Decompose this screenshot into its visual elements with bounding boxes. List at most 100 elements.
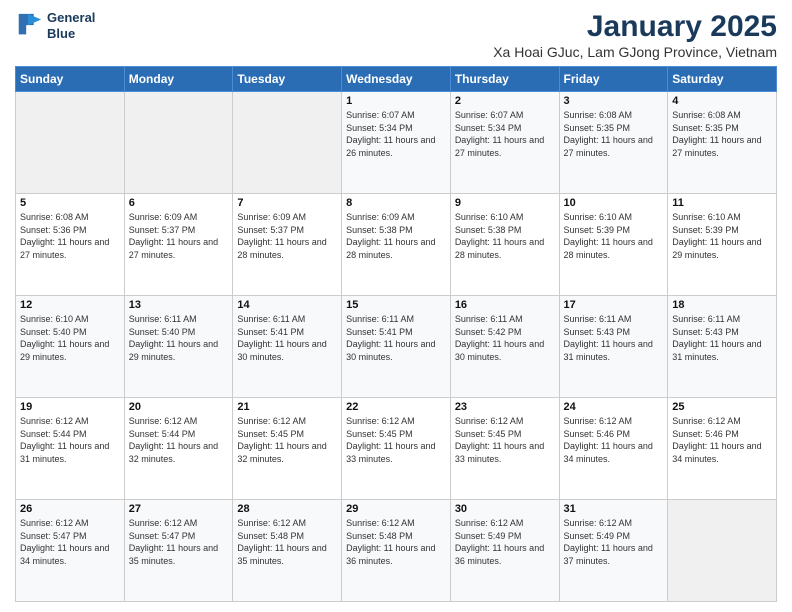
day-number: 4 [672,95,772,107]
calendar-cell: 19Sunrise: 6:12 AMSunset: 5:44 PMDayligh… [16,398,125,500]
day-info: Sunrise: 6:12 AMSunset: 5:46 PMDaylight:… [564,415,664,465]
day-number: 6 [129,197,229,209]
day-info: Sunrise: 6:12 AMSunset: 5:47 PMDaylight:… [129,517,229,567]
day-number: 5 [20,197,120,209]
day-number: 3 [564,95,664,107]
calendar-cell: 20Sunrise: 6:12 AMSunset: 5:44 PMDayligh… [124,398,233,500]
calendar-cell [668,500,777,602]
day-number: 24 [564,401,664,413]
day-number: 23 [455,401,555,413]
logo-icon [15,12,43,40]
day-info: Sunrise: 6:12 AMSunset: 5:49 PMDaylight:… [455,517,555,567]
calendar-cell: 21 Sunrise: 6:12 AMSunset: 5:45 PMDayligh… [233,398,342,500]
title-block: January 2025 Xa Hoai GJuc, Lam GJong Pro… [493,10,777,60]
calendar-cell: 23 Sunrise: 6:12 AMSunset: 5:45 PMDayligh… [450,398,559,500]
day-info: Sunrise: 6:11 AMSunset: 5:43 PMDaylight:… [672,313,772,363]
day-number: 7 [237,197,337,209]
calendar-cell [124,92,233,194]
day-number: 10 [564,197,664,209]
calendar-cell: 15 Sunrise: 6:11 AMSunset: 5:41 PMDayligh… [342,296,451,398]
page: General Blue January 2025 Xa Hoai GJuc, … [0,0,792,612]
day-number: 14 [237,299,337,311]
calendar-cell: 13 Sunrise: 6:11 AMSunset: 5:40 PMDayligh… [124,296,233,398]
main-title: January 2025 [493,10,777,44]
day-info: Sunrise: 6:08 AMSunset: 5:35 PMDaylight:… [564,109,664,159]
calendar-cell: 6 Sunrise: 6:09 AMSunset: 5:37 PMDaylight… [124,194,233,296]
day-number: 26 [20,503,120,515]
calendar-cell [233,92,342,194]
calendar-cell: 24 Sunrise: 6:12 AMSunset: 5:46 PMDayligh… [559,398,668,500]
day-info: Sunrise: 6:11 AMSunset: 5:41 PMDaylight:… [237,313,337,363]
calendar-table: SundayMondayTuesdayWednesdayThursdayFrid… [15,66,777,602]
calendar-cell: 1 Sunrise: 6:07 AMSunset: 5:34 PMDaylight… [342,92,451,194]
day-number: 30 [455,503,555,515]
calendar-cell: 25 Sunrise: 6:12 AMSunset: 5:46 PMDayligh… [668,398,777,500]
day-info: Sunrise: 6:12 AMSunset: 5:46 PMDaylight:… [672,415,772,465]
calendar-cell: 28 Sunrise: 6:12 AMSunset: 5:48 PMDayligh… [233,500,342,602]
day-info: Sunrise: 6:10 AMSunset: 5:39 PMDaylight:… [564,211,664,261]
day-number: 18 [672,299,772,311]
calendar-cell: 27Sunrise: 6:12 AMSunset: 5:47 PMDayligh… [124,500,233,602]
calendar-cell: 10 Sunrise: 6:10 AMSunset: 5:39 PMDayligh… [559,194,668,296]
day-number: 2 [455,95,555,107]
calendar-body: 1 Sunrise: 6:07 AMSunset: 5:34 PMDaylight… [16,92,777,602]
day-of-week-header: Friday [559,67,668,92]
day-info: Sunrise: 6:12 AMSunset: 5:44 PMDaylight:… [20,415,120,465]
calendar-week-row: 12Sunrise: 6:10 AMSunset: 5:40 PMDayligh… [16,296,777,398]
day-number: 31 [564,503,664,515]
calendar-week-row: 26 Sunrise: 6:12 AMSunset: 5:47 PMDayligh… [16,500,777,602]
day-info: Sunrise: 6:12 AMSunset: 5:45 PMDaylight:… [346,415,446,465]
day-info: Sunrise: 6:10 AMSunset: 5:40 PMDaylight:… [20,313,120,363]
day-info: Sunrise: 6:10 AMSunset: 5:38 PMDaylight:… [455,211,555,261]
logo-text: General Blue [47,10,95,41]
day-info: Sunrise: 6:11 AMSunset: 5:43 PMDaylight:… [564,313,664,363]
day-number: 1 [346,95,446,107]
day-info: Sunrise: 6:08 AMSunset: 5:35 PMDaylight:… [672,109,772,159]
calendar-cell: 16 Sunrise: 6:11 AMSunset: 5:42 PMDayligh… [450,296,559,398]
day-info: Sunrise: 6:12 AMSunset: 5:48 PMDaylight:… [237,517,337,567]
calendar-cell: 30 Sunrise: 6:12 AMSunset: 5:49 PMDayligh… [450,500,559,602]
logo: General Blue [15,10,95,41]
day-number: 16 [455,299,555,311]
day-info: Sunrise: 6:11 AMSunset: 5:40 PMDaylight:… [129,313,229,363]
day-number: 28 [237,503,337,515]
calendar-cell: 17Sunrise: 6:11 AMSunset: 5:43 PMDayligh… [559,296,668,398]
calendar-cell: 26 Sunrise: 6:12 AMSunset: 5:47 PMDayligh… [16,500,125,602]
day-info: Sunrise: 6:12 AMSunset: 5:48 PMDaylight:… [346,517,446,567]
calendar-week-row: 5 Sunrise: 6:08 AMSunset: 5:36 PMDaylight… [16,194,777,296]
day-of-week-header: Tuesday [233,67,342,92]
calendar-cell: 14 Sunrise: 6:11 AMSunset: 5:41 PMDayligh… [233,296,342,398]
day-info: Sunrise: 6:07 AMSunset: 5:34 PMDaylight:… [346,109,446,159]
day-info: Sunrise: 6:11 AMSunset: 5:42 PMDaylight:… [455,313,555,363]
day-of-week-header: Thursday [450,67,559,92]
day-of-week-header: Saturday [668,67,777,92]
header: General Blue January 2025 Xa Hoai GJuc, … [15,10,777,60]
day-info: Sunrise: 6:08 AMSunset: 5:36 PMDaylight:… [20,211,120,261]
day-number: 15 [346,299,446,311]
day-number: 11 [672,197,772,209]
day-of-week-header: Monday [124,67,233,92]
subtitle: Xa Hoai GJuc, Lam GJong Province, Vietna… [493,44,777,60]
calendar-cell: 7 Sunrise: 6:09 AMSunset: 5:37 PMDaylight… [233,194,342,296]
day-info: Sunrise: 6:12 AMSunset: 5:47 PMDaylight:… [20,517,120,567]
calendar-week-row: 19Sunrise: 6:12 AMSunset: 5:44 PMDayligh… [16,398,777,500]
day-number: 13 [129,299,229,311]
day-info: Sunrise: 6:10 AMSunset: 5:39 PMDaylight:… [672,211,772,261]
day-info: Sunrise: 6:09 AMSunset: 5:37 PMDaylight:… [237,211,337,261]
calendar-cell: 9 Sunrise: 6:10 AMSunset: 5:38 PMDaylight… [450,194,559,296]
day-number: 21 [237,401,337,413]
calendar-week-row: 1 Sunrise: 6:07 AMSunset: 5:34 PMDaylight… [16,92,777,194]
calendar-cell: 22Sunrise: 6:12 AMSunset: 5:45 PMDayligh… [342,398,451,500]
day-info: Sunrise: 6:12 AMSunset: 5:45 PMDaylight:… [455,415,555,465]
day-info: Sunrise: 6:07 AMSunset: 5:34 PMDaylight:… [455,109,555,159]
day-info: Sunrise: 6:09 AMSunset: 5:37 PMDaylight:… [129,211,229,261]
calendar-cell: 8Sunrise: 6:09 AMSunset: 5:38 PMDaylight… [342,194,451,296]
day-info: Sunrise: 6:12 AMSunset: 5:45 PMDaylight:… [237,415,337,465]
day-number: 25 [672,401,772,413]
calendar-cell: 5 Sunrise: 6:08 AMSunset: 5:36 PMDaylight… [16,194,125,296]
day-number: 9 [455,197,555,209]
day-info: Sunrise: 6:12 AMSunset: 5:44 PMDaylight:… [129,415,229,465]
day-info: Sunrise: 6:11 AMSunset: 5:41 PMDaylight:… [346,313,446,363]
calendar-cell: 3 Sunrise: 6:08 AMSunset: 5:35 PMDaylight… [559,92,668,194]
calendar-cell [16,92,125,194]
